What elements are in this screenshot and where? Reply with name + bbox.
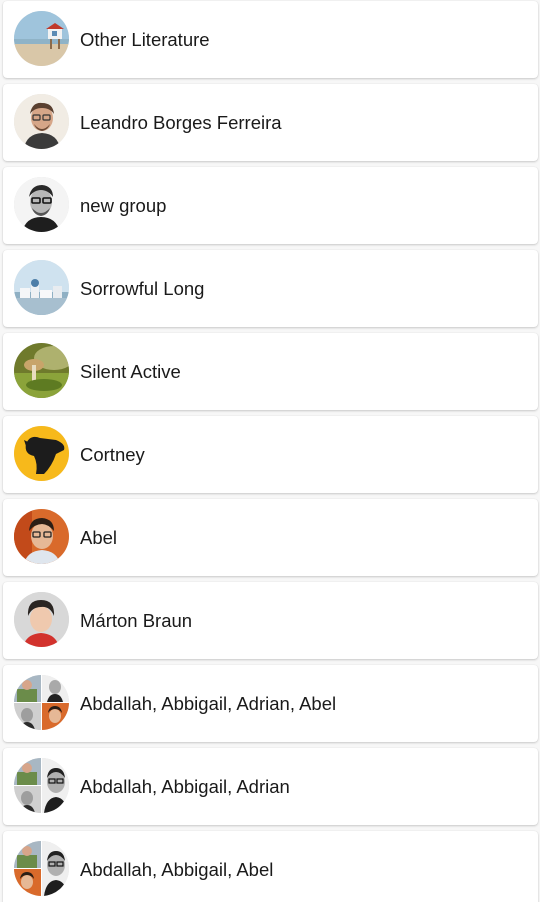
dog-avatar xyxy=(14,426,69,481)
conversation-name: Márton Braun xyxy=(80,610,193,631)
portrait-avatar xyxy=(14,592,69,647)
conversation-item[interactable]: Cortney xyxy=(3,416,538,493)
beach-photo-avatar xyxy=(14,11,69,66)
conversation-name: Silent Active xyxy=(80,361,181,382)
conversation-item[interactable]: Abel xyxy=(3,499,538,576)
conversation-item[interactable]: Sorrowful Long xyxy=(3,250,538,327)
conversation-item[interactable]: Silent Active xyxy=(3,333,538,410)
portrait-avatar xyxy=(14,177,69,232)
conversation-name: Abel xyxy=(80,527,118,548)
conversation-item[interactable]: Abdallah, Abbigail, Abel xyxy=(3,831,538,902)
conversation-name: Other Literature xyxy=(80,29,210,50)
conversation-name: Abdallah, Abbigail, Abel xyxy=(80,859,274,880)
conversation-name: Sorrowful Long xyxy=(80,278,205,299)
conversation-item[interactable]: new group xyxy=(3,167,538,244)
conversation-item[interactable]: Other Literature xyxy=(3,1,538,78)
village-photo-avatar xyxy=(14,260,69,315)
conversation-name: Abdallah, Abbigail, Adrian xyxy=(80,776,290,797)
group-avatar xyxy=(14,841,69,896)
group-avatar xyxy=(14,758,69,813)
mushroom-photo-avatar xyxy=(14,343,69,398)
portrait-avatar xyxy=(14,509,69,564)
group-avatar xyxy=(14,675,69,730)
portrait-avatar xyxy=(14,94,69,149)
conversation-name: Leandro Borges Ferreira xyxy=(80,112,282,133)
conversation-item[interactable]: Abdallah, Abbigail, Adrian, Abel xyxy=(3,665,538,742)
conversation-name: new group xyxy=(80,195,167,216)
conversation-item[interactable]: Abdallah, Abbigail, Adrian xyxy=(3,748,538,825)
conversation-item[interactable]: Leandro Borges Ferreira xyxy=(3,84,538,161)
conversation-list: Other Literature Leandro Borges Ferreira xyxy=(0,0,540,902)
conversation-name: Cortney xyxy=(80,444,145,465)
conversation-name: Abdallah, Abbigail, Adrian, Abel xyxy=(80,693,337,714)
conversation-item[interactable]: Márton Braun xyxy=(3,582,538,659)
